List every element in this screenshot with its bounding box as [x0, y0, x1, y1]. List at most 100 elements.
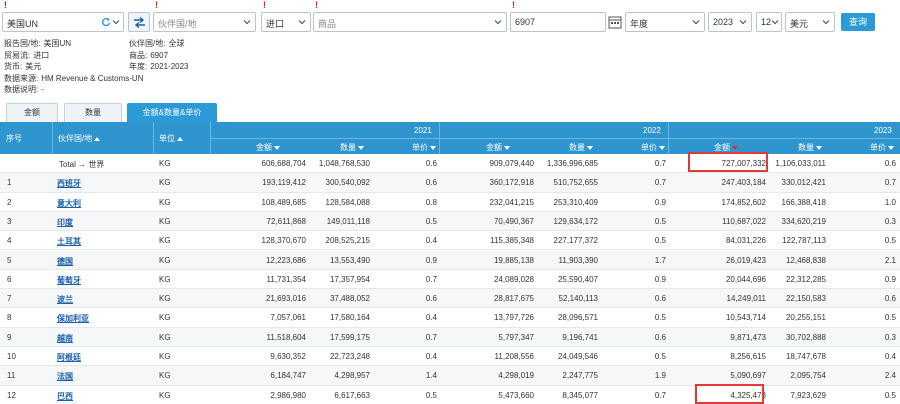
cell-price-2021: 0.8 — [425, 197, 437, 207]
cell-quantity-2021: 1,048,768,530 — [318, 159, 370, 168]
commodity-select[interactable]: 商品 — [313, 12, 507, 32]
header-quantity-2022[interactable]: 数量 — [569, 142, 593, 153]
cell-price-2022: 1.7 — [654, 255, 666, 265]
reporter-select[interactable]: 美国UN — [2, 12, 124, 32]
cell-partner[interactable]: 德国 — [57, 256, 73, 267]
table-row[interactable]: 11 法国 KG 6,184,747 4,298,957 1.4 4,298,019 2,24… — [0, 366, 900, 386]
cell-price-2021: 0.6 — [425, 159, 437, 168]
period-type-value: 年度 — [630, 19, 649, 29]
cell-amount-2023: 20,044,696 — [725, 274, 766, 284]
tab-amount[interactable]: 金额 — [6, 103, 58, 122]
table-row[interactable]: 4 土耳其 KG 128,370,670 208,525,215 0.4 115,385,3… — [0, 231, 900, 251]
tab-quantity[interactable]: 数量 — [64, 103, 122, 122]
cell-partner[interactable]: 葡萄牙 — [57, 275, 81, 286]
cell-partner[interactable]: 法国 — [57, 371, 73, 382]
chevron-down-icon — [771, 20, 779, 25]
cell-amount-2022: 70,490,367 — [493, 216, 534, 226]
cell-amount-2021: 7,057,061 — [270, 313, 306, 323]
cell-seq: 10 — [7, 352, 16, 361]
sort-icon — [274, 145, 280, 150]
cell-unit: KG — [159, 274, 171, 284]
header-unit[interactable]: 单位 — [159, 133, 183, 144]
cell-partner[interactable]: 巴西 — [57, 391, 73, 402]
cell-unit: KG — [159, 352, 171, 361]
data-table: 序号 伙伴国/地 单位 2021 2022 2023 金额 数量 单价 金额 数… — [0, 122, 900, 404]
currency-select[interactable]: 美元 — [785, 12, 835, 32]
period-type-select[interactable]: 年度 — [625, 12, 705, 32]
cell-partner[interactable]: 阿根廷 — [57, 352, 81, 363]
cell-price-2021: 1.4 — [425, 371, 437, 381]
cell-partner[interactable]: 西班牙 — [57, 178, 81, 189]
cell-price-2022: 0.9 — [654, 197, 666, 207]
swap-button[interactable] — [128, 12, 150, 32]
flow-select[interactable]: 进口 — [261, 12, 311, 32]
cell-amount-2023: 174,852,602 — [721, 197, 767, 207]
month-select[interactable]: 12 — [756, 12, 782, 32]
cell-amount-2021: 11,518,604 — [266, 332, 306, 342]
tab-amount-quantity-price[interactable]: 金额&数量&单价 — [127, 103, 217, 122]
header-price-2022[interactable]: 单价 — [641, 142, 665, 153]
cell-partner[interactable]: 越南 — [57, 333, 73, 344]
header-price-2021[interactable]: 单价 — [412, 142, 436, 153]
cell-quantity-2021: 128,584,088 — [325, 197, 371, 207]
swap-icon — [134, 17, 145, 28]
calendar-icon[interactable] — [607, 12, 623, 32]
code-input[interactable]: 6907 — [510, 12, 606, 32]
table-row[interactable]: 5 德国 KG 12,223,686 13,553,490 0.9 19,885,138 11… — [0, 250, 900, 270]
table-row[interactable]: 6 葡萄牙 KG 11,731,354 17,357,954 0.7 24,089,028 2… — [0, 270, 900, 290]
header-partner[interactable]: 伙伴国/地 — [58, 133, 101, 144]
table-row[interactable]: 9 越南 KG 11,518,604 17,599,175 0.7 5,797,347 9,1… — [0, 327, 900, 347]
cell-partner[interactable]: 印度 — [57, 217, 73, 228]
cell-partner[interactable]: 保加利亚 — [57, 313, 89, 324]
cell-unit: KG — [159, 294, 171, 304]
cell-partner: Total → 世界 — [59, 160, 105, 169]
cell-quantity-2022: 129,634,172 — [553, 216, 599, 226]
required-icon: ! — [263, 0, 266, 10]
cell-unit: KG — [159, 255, 171, 265]
cell-price-2023: 1.0 — [884, 197, 896, 207]
reporter-value: 美国UN — [7, 19, 38, 29]
cell-amount-2022: 5,797,347 — [498, 332, 534, 342]
commodity-label: 商品: — [129, 50, 148, 60]
currency-info-value: 美元 — [25, 62, 42, 71]
header-amount-2021[interactable]: 金额 — [256, 142, 280, 153]
header-price-label: 单价 — [412, 143, 428, 152]
cell-amount-2021: 2,986,980 — [270, 390, 306, 400]
header-price-2023[interactable]: 单价 — [870, 142, 894, 153]
flow-value: 进口 — [266, 19, 285, 29]
cell-partner[interactable]: 意大利 — [57, 198, 81, 209]
month-value: 12 — [761, 17, 772, 27]
cell-quantity-2023: 166,388,418 — [781, 197, 827, 207]
query-button[interactable]: 查询 — [841, 13, 875, 31]
cell-partner[interactable]: 土耳其 — [57, 236, 81, 247]
chevron-down-icon — [112, 20, 120, 25]
table-row[interactable]: 8 保加利亚 KG 7,057,061 17,580,164 0.4 13,797,726 2… — [0, 308, 900, 328]
year-info-value: 2021-2023 — [150, 62, 189, 71]
cell-unit: KG — [159, 159, 171, 168]
cell-quantity-2023: 122,787,113 — [782, 236, 826, 246]
cell-partner[interactable]: 波兰 — [57, 294, 73, 305]
sort-asc-icon — [94, 136, 101, 141]
cell-price-2022: 0.5 — [654, 236, 666, 246]
partner-select[interactable]: 伙伴国/地 — [153, 12, 256, 32]
header-price-label: 单价 — [870, 143, 886, 152]
source-label: 数据来源: — [4, 73, 39, 83]
cell-price-2023: 0.6 — [884, 159, 896, 168]
table-row[interactable]: 12 巴西 KG 2,986,980 6,617,663 0.5 5,473,660 8,34… — [0, 386, 900, 404]
table-row[interactable]: 7 波兰 KG 21,693,016 37,488,052 0.6 28,817,675 52… — [0, 289, 900, 309]
refresh-icon[interactable] — [101, 17, 111, 27]
table-row[interactable]: 1 西班牙 KG 193,119,412 300,540,092 0.6 360,172,9… — [0, 173, 900, 193]
table-row[interactable]: 10 阿根廷 KG 9,630,352 22,723,248 0.4 11,208,556 2… — [0, 347, 900, 367]
header-quantity-2021[interactable]: 数量 — [340, 142, 364, 153]
header-quantity-2023[interactable]: 数量 — [798, 142, 822, 153]
header-amount-2022[interactable]: 金额 — [486, 142, 510, 153]
cell-price-2021: 0.4 — [425, 352, 437, 361]
cell-quantity-2021: 37,488,052 — [329, 294, 370, 304]
cell-quantity-2023: 20,255,151 — [785, 313, 826, 323]
table-row[interactable]: 3 印度 KG 72,611,868 149,011,118 0.5 70,490,367 1… — [0, 211, 900, 232]
cell-price-2023: 0.5 — [884, 313, 896, 323]
filter-bar: ! 美国UN ! 伙伴国/地 ! 进口 ! 商品 ! 6907 年度 2023 … — [0, 0, 900, 36]
cell-seq: 11 — [7, 371, 16, 381]
year-select[interactable]: 2023 — [708, 12, 752, 32]
table-row[interactable]: 2 意大利 KG 108,489,685 128,584,088 0.8 232,041,2… — [0, 193, 900, 212]
